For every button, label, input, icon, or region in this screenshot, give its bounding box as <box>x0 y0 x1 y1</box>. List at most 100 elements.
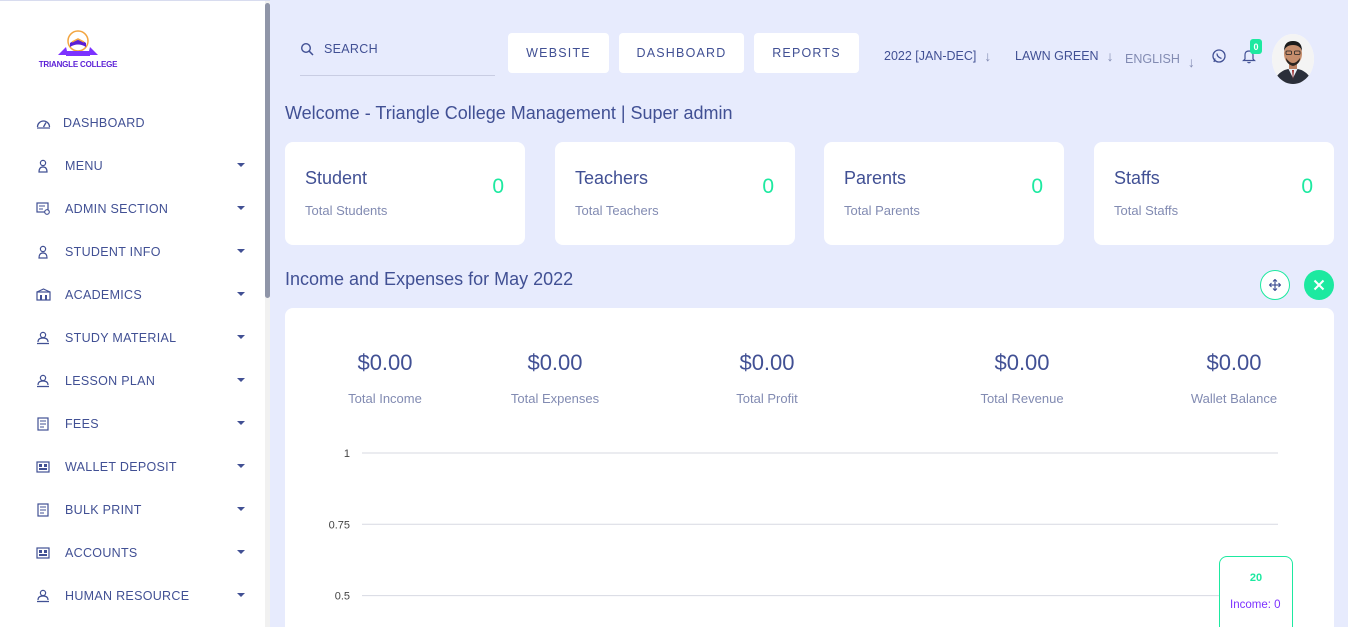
sidebar-item-label: ADMIN SECTION <box>65 201 169 216</box>
theme-style-value: LAWN GREEN <box>1015 49 1099 63</box>
card-value: 0 <box>762 175 774 198</box>
parents-card[interactable]: Parents Total Parents 0 <box>824 142 1064 245</box>
print-icon <box>35 502 51 518</box>
search-input[interactable] <box>324 41 494 56</box>
chart-tooltip: 20 Income: 0 <box>1219 556 1293 627</box>
sidebar-item-accounts[interactable]: ACCOUNTS <box>0 531 265 574</box>
lesson-plan-icon <box>35 373 51 389</box>
sidebar-item-label: STUDENT INFO <box>65 244 161 259</box>
card-subtitle: Total Staffs <box>1114 203 1179 218</box>
chevron-down-icon <box>237 507 245 511</box>
sidebar-item-student-info[interactable]: STUDENT INFO <box>0 230 265 273</box>
staffs-card[interactable]: Staffs Total Staffs 0 <box>1094 142 1334 245</box>
college-logo[interactable]: TRIANGLE COLLEGE <box>38 29 118 77</box>
dashboard-icon <box>35 115 51 131</box>
teachers-card[interactable]: Teachers Total Teachers 0 <box>555 142 795 245</box>
card-title: Staffs <box>1114 168 1160 188</box>
card-subtitle: Total Parents <box>844 203 920 218</box>
academic-year-value: 2022 [JAN-DEC] <box>884 49 977 63</box>
student-icon <box>35 244 51 260</box>
chevron-down-icon <box>237 593 245 597</box>
sidebar-scrollbar-thumb[interactable] <box>265 3 270 298</box>
chevron-down-icon <box>237 335 245 339</box>
card-subtitle: Total Teachers <box>575 203 659 218</box>
sidebar-item-bulk-print[interactable]: BULK PRINT <box>0 488 265 531</box>
sidebar-item-admin-section[interactable]: ADMIN SECTION <box>0 187 265 230</box>
sidebar-item-fees[interactable]: FEES <box>0 402 265 445</box>
chevron-down-icon <box>237 464 245 468</box>
reports-button[interactable]: REPORTS <box>754 33 859 73</box>
chevron-down-icon <box>237 249 245 253</box>
sidebar-item-lesson-plan[interactable]: LESSON PLAN <box>0 359 265 402</box>
language-select[interactable]: ENGLISH ↓ <box>1125 48 1195 70</box>
tooltip-income: Income: 0 <box>1230 599 1281 611</box>
card-title: Student <box>305 168 368 188</box>
sidebar-item-study-material[interactable]: STUDY MATERIAL <box>0 316 265 359</box>
move-widget-button[interactable] <box>1260 270 1290 300</box>
income-expense-chart: 1 0.75 0.5 <box>329 448 1278 603</box>
sidebar-item-label: DASHBOARD <box>63 115 145 130</box>
accounts-icon <box>35 545 51 561</box>
chevron-down-icon <box>237 378 245 382</box>
sidebar-item-menu[interactable]: MENU <box>0 144 265 187</box>
academics-icon <box>35 287 51 303</box>
academic-year-select[interactable]: 2022 [JAN-DEC] ↓ <box>884 48 991 64</box>
chevron-down-icon <box>237 292 245 296</box>
theme-style-select[interactable]: LAWN GREEN ↓ <box>1015 48 1114 64</box>
sidebar-item-label: MENU <box>65 158 104 173</box>
sidebar-item-label: ACCOUNTS <box>65 545 138 560</box>
user-icon <box>35 158 51 174</box>
website-button[interactable]: WEBSITE <box>508 33 609 73</box>
student-card[interactable]: Student Total Students 0 <box>285 142 525 245</box>
arrow-down-icon: ↓ <box>1106 48 1114 64</box>
card-value: 0 <box>1031 175 1043 198</box>
card-title: Teachers <box>575 168 649 188</box>
close-widget-button[interactable] <box>1304 270 1334 300</box>
sidebar-item-dashboard[interactable]: DASHBOARD <box>0 101 265 144</box>
college-name: TRIANGLE COLLEGE <box>38 60 118 69</box>
chevron-down-icon <box>237 163 245 167</box>
sidebar-item-label: BULK PRINT <box>65 502 142 517</box>
search-icon <box>300 42 318 56</box>
sidebar-item-label: HUMAN RESOURCE <box>65 588 190 603</box>
card-value: 0 <box>1301 175 1313 198</box>
admin-icon <box>35 201 51 217</box>
chevron-down-icon <box>237 206 245 210</box>
user-avatar[interactable] <box>1272 34 1314 84</box>
sidebar-scrollbar[interactable] <box>265 1 270 627</box>
sidebar: TRIANGLE COLLEGE DASHBOARD MENU ADMIN SE… <box>0 0 270 627</box>
card-subtitle: Total Students <box>305 203 388 218</box>
whatsapp-icon[interactable] <box>1211 48 1227 64</box>
notification-badge: 0 <box>1250 39 1262 54</box>
y-tick-label: 0.5 <box>335 591 350 603</box>
sidebar-item-label: WALLET DEPOSIT <box>65 459 177 474</box>
fees-icon <box>35 416 51 432</box>
dashboard-button[interactable]: DASHBOARD <box>619 33 744 73</box>
card-title: Parents <box>844 168 907 188</box>
arrow-down-icon: ↓ <box>1187 54 1195 70</box>
sidebar-item-label: LESSON PLAN <box>65 373 156 388</box>
sidebar-item-academics[interactable]: ACADEMICS <box>0 273 265 316</box>
wallet-icon <box>35 459 51 475</box>
sidebar-item-human-resource[interactable]: HUMAN RESOURCE <box>0 574 265 617</box>
chevron-down-icon <box>237 550 245 554</box>
close-icon <box>1313 279 1325 291</box>
sidebar-item-label: STUDY MATERIAL <box>65 330 177 345</box>
sidebar-item-wallet-deposit[interactable]: WALLET DEPOSIT <box>0 445 265 488</box>
sidebar-item-label: FEES <box>65 416 99 431</box>
y-tick-label: 0.75 <box>329 519 350 531</box>
language-value: ENGLISH <box>1125 52 1180 66</box>
study-material-icon <box>35 330 51 346</box>
human-resource-icon <box>35 588 51 604</box>
tooltip-title: 20 <box>1249 572 1263 584</box>
search-box <box>300 30 495 76</box>
arrow-down-icon: ↓ <box>984 48 992 64</box>
card-value: 0 <box>492 175 504 198</box>
sidebar-nav: DASHBOARD MENU ADMIN SECTION STUDENT INF… <box>0 101 265 617</box>
welcome-heading: Welcome - Triangle College Management | … <box>285 103 733 123</box>
sidebar-item-label: ACADEMICS <box>65 287 143 302</box>
logo-emblem-icon <box>58 30 98 56</box>
chevron-down-icon <box>237 421 245 425</box>
move-icon <box>1269 279 1281 291</box>
income-section-title: Income and Expenses for May 2022 <box>285 269 574 289</box>
